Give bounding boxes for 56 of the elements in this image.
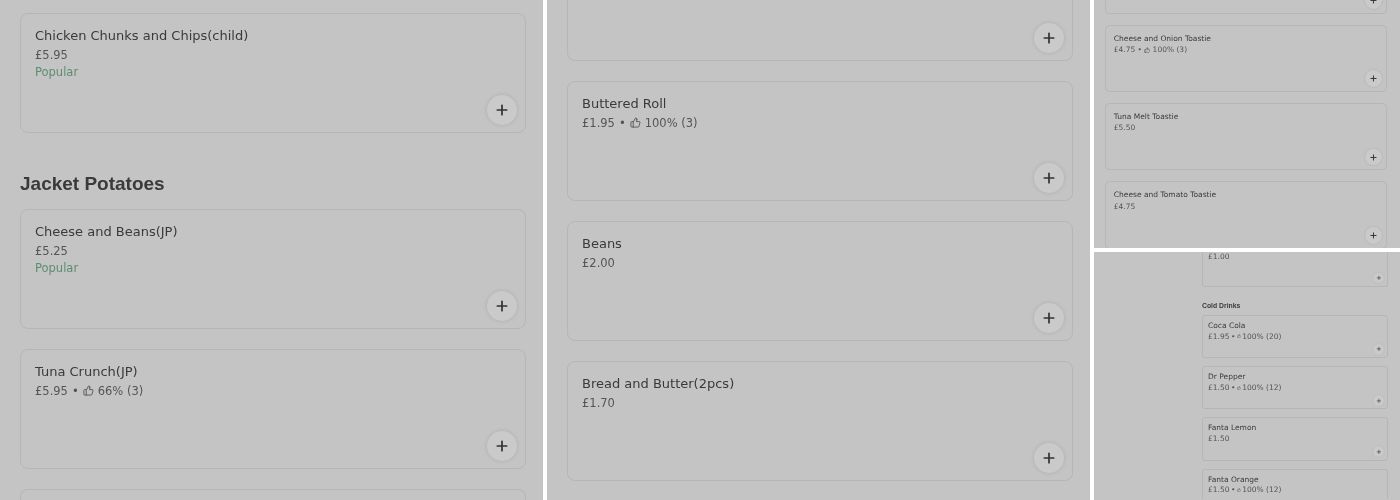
thumbs-up-icon [629,117,641,129]
add-button[interactable] [1034,303,1064,333]
item-price: £1.70 [582,395,615,410]
plus-icon [1041,310,1057,326]
thumbs-up-icon [1236,385,1241,390]
add-button[interactable] [487,431,517,461]
plus-icon [1375,275,1382,281]
plus-icon [1041,450,1057,466]
plus-icon [1375,448,1382,455]
add-button[interactable] [1034,443,1064,473]
menu-item-card[interactable]: Chicken Chunks and Chips(child) £5.95 Popular [20,13,526,133]
add-button[interactable] [1364,70,1382,88]
item-rating: 66% (3) [97,383,144,398]
item-name: Cheese and Beans(JP) [35,224,179,241]
plus-icon [1041,30,1057,46]
plus-icon [1368,74,1378,84]
thumbs-up-icon [1236,487,1241,492]
item-name: Chicken Chunks and Chips(child) [35,28,250,45]
add-button[interactable] [1364,226,1382,244]
item-price: £1.95 [582,115,615,130]
thumbs-up-icon [1144,46,1151,53]
item-name: Beans [582,236,623,253]
plus-icon [1375,346,1382,353]
item-name: Buttered Roll [582,96,668,113]
add-button[interactable] [1034,163,1064,193]
menu-item-card[interactable]: Cheese and Beans(JP) £5.25 Popular [20,209,526,329]
menu-item-card[interactable]: Tuna Crunch(JP) £5.95 • 66% (3) [20,349,526,469]
popular-label: Popular [35,64,79,79]
plus-icon [494,102,510,118]
menu-item-card[interactable]: Beans £2.00 [567,221,1073,341]
plus-icon [1368,152,1378,162]
item-name: Bread and Butter(2pcs) [582,376,736,393]
add-button[interactable] [487,95,517,125]
thumbs-up-icon [82,385,94,397]
item-name: Tuna Crunch(JP) [35,364,139,381]
add-button[interactable] [1034,23,1064,53]
item-price: £5.25 [35,243,68,258]
separator: • [618,115,626,130]
item-price: £5.95 [35,47,68,62]
item-price: £2.00 [582,255,615,270]
plus-icon [1375,397,1382,404]
add-button[interactable] [1364,148,1382,166]
plus-icon [1041,170,1057,186]
item-price: £5.95 [35,383,68,398]
menu-item-card[interactable]: Buttered Roll £1.95 • 100% (3) [567,81,1073,201]
item-rating: 100% (3) [644,115,698,130]
section-heading: Jacket Potatoes [20,173,165,195]
popular-label: Popular [35,260,79,275]
plus-icon [1368,0,1378,6]
plus-icon [494,438,510,454]
thumbs-up-icon [1236,334,1241,339]
add-button[interactable] [487,291,517,321]
plus-icon [494,298,510,314]
menu-item-card[interactable]: Bread and Butter(2pcs) £1.70 [567,361,1073,481]
separator: • [71,383,79,398]
plus-icon [1368,230,1378,240]
